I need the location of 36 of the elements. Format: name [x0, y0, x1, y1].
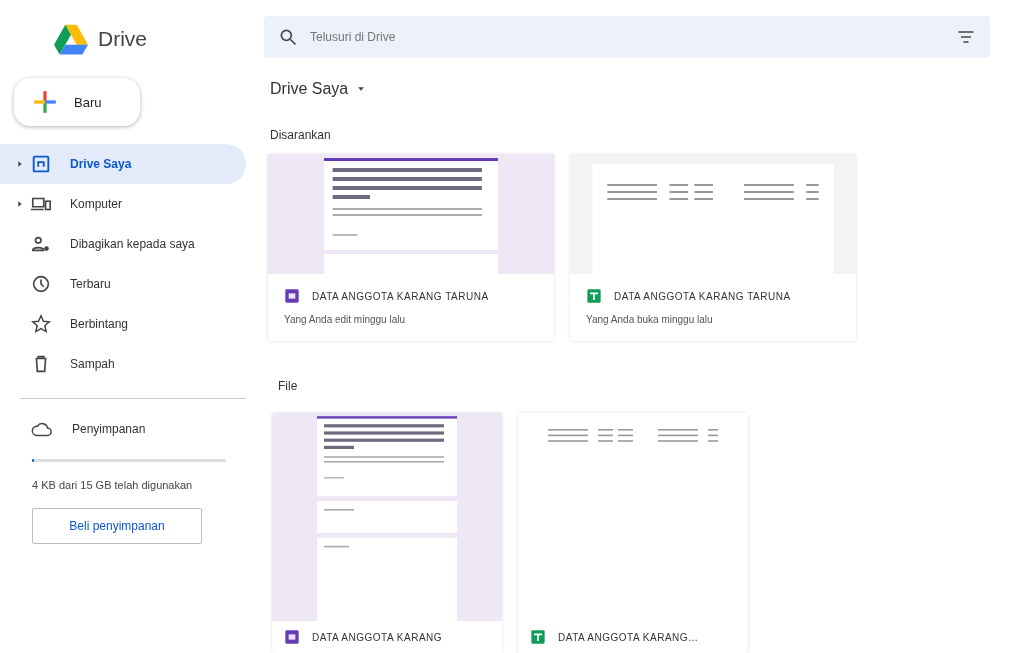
- drive-logo-icon: [52, 22, 90, 56]
- storage-item[interactable]: Penyimpanan: [0, 409, 246, 449]
- form-file-icon: [284, 288, 300, 304]
- buy-storage-button[interactable]: Beli penyimpanan: [32, 508, 202, 544]
- section-heading: File: [278, 379, 299, 393]
- file-name: DATA ANGGOTA KARANG TARUNA: [312, 290, 489, 302]
- file-activity: Yang Anda buka minggu lalu: [585, 313, 714, 327]
- app-name: Drive: [98, 27, 147, 51]
- search-field[interactable]: Telusuri di Drive: [308, 29, 946, 45]
- plus-icon: [32, 89, 58, 115]
- breadcrumb-menu[interactable]: Drive Saya: [264, 76, 373, 102]
- sidebar-item[interactable]: Terbaru: [0, 264, 246, 304]
- file-activity: Yang Anda edit minggu lalu: [283, 313, 406, 327]
- spreadsheet-file-icon: [586, 288, 602, 304]
- file-card[interactable]: DATA ANGGOTA KARANG…: [518, 413, 748, 653]
- storage-usage: 4 KB dari 15 GB telah digunakan: [32, 478, 194, 492]
- drive-folder-icon: [30, 153, 52, 175]
- new-button[interactable]: Baru: [14, 78, 140, 126]
- file-card[interactable]: DATA ANGGOTA KARANG TARUNA Yang Anda buka minggu lalu: [570, 154, 856, 341]
- sidebar-item[interactable]: Drive Saya: [0, 144, 246, 184]
- sidebar-item[interactable]: Komputer: [0, 184, 246, 224]
- search-bar[interactable]: Telusuri di Drive: [264, 16, 990, 58]
- sidebar-item[interactable]: Sampah: [0, 344, 246, 384]
- sidebar-item[interactable]: Berbintang: [0, 304, 246, 344]
- star-icon: [30, 313, 52, 335]
- section-heading: Disarankan: [270, 128, 332, 142]
- file-name: DATA ANGGOTA KARANG: [312, 631, 443, 643]
- file-card[interactable]: DATA ANGGOTA KARANG TARUNA Yang Anda edit minggu lalu: [268, 154, 554, 341]
- search-icon: [278, 27, 298, 47]
- sidebar-item[interactable]: Dibagikan kepada saya: [0, 224, 246, 264]
- clock-icon: [30, 273, 52, 295]
- spreadsheet-file-icon: [530, 629, 546, 645]
- form-file-icon: [284, 629, 300, 645]
- file-name: DATA ANGGOTA KARANG TARUNA: [614, 290, 791, 302]
- file-card[interactable]: DATA ANGGOTA KARANG: [272, 413, 502, 653]
- file-name: DATA ANGGOTA KARANG…: [558, 631, 699, 643]
